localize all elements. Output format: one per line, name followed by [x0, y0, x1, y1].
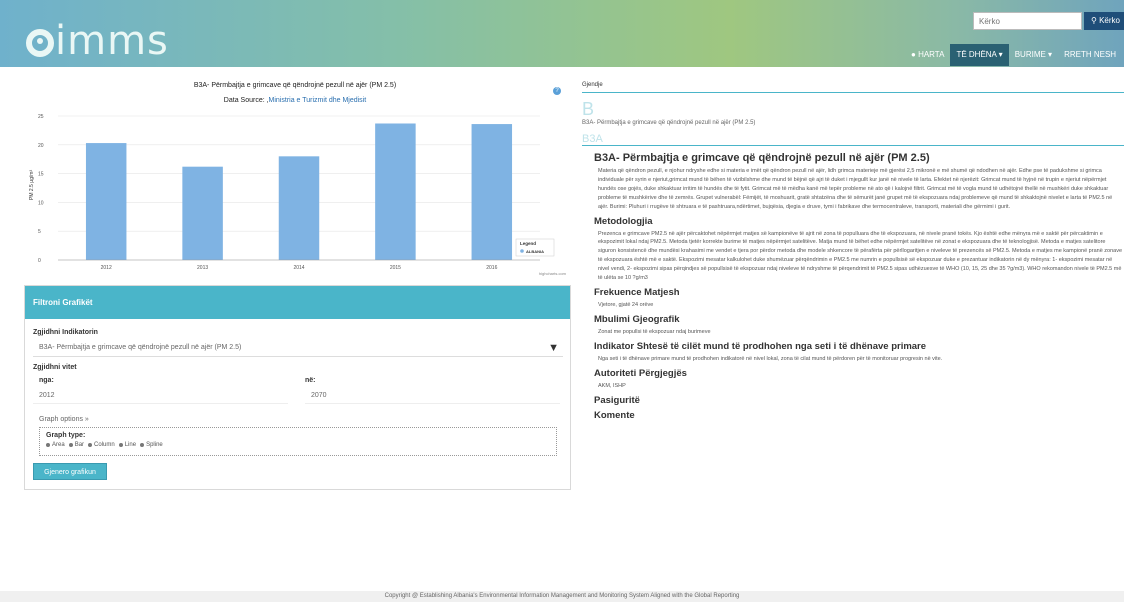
- search-button[interactable]: ⚲ Kërko: [1084, 12, 1124, 30]
- footer: Copyright @ Establishing Albania's Envir…: [0, 591, 1124, 602]
- category-letter: B: [582, 99, 595, 119]
- indicator-select[interactable]: B3A- Përmbajtja e grimcave që qëndrojnë …: [33, 340, 563, 357]
- nav-harta[interactable]: ● HARTA: [905, 44, 950, 66]
- from-label: nga:: [39, 377, 54, 384]
- header: imms ⚲ Kërko ● HARTA TË DHËNA ▾ BURIME ▾…: [0, 0, 1124, 67]
- section-title: Autoriteti Përgjegjës: [594, 367, 687, 379]
- nav-te-dhena[interactable]: TË DHËNA ▾: [950, 44, 1009, 66]
- radio-spline[interactable]: Spline: [140, 442, 163, 448]
- from-year-field[interactable]: 2012: [33, 388, 288, 404]
- section-title: Indikator Shtesë të cilët mund të prodho…: [594, 340, 927, 352]
- bar: [182, 166, 223, 260]
- graph-options-link[interactable]: Graph options »: [39, 416, 89, 423]
- y-tick-label: 10: [38, 200, 44, 206]
- search-icon: ⚲: [1091, 16, 1100, 25]
- breadcrumb[interactable]: Gjendje: [582, 82, 1124, 93]
- section-text: Nga seti i të dhënave primare mund të pr…: [598, 355, 943, 362]
- y-tick-label: 15: [38, 172, 44, 178]
- section-title: Frekuence Matjesh: [594, 286, 680, 298]
- legend-title: Legend: [520, 241, 536, 246]
- main-nav: ● HARTA TË DHËNA ▾ BURIME ▾ RRETH NESH: [905, 44, 1122, 66]
- section-text: Zonat me popullsi të ekspozuar ndaj buri…: [598, 328, 711, 335]
- indicator-label: Zgjidhni Indikatorin: [33, 329, 98, 336]
- generate-chart-button[interactable]: Gjenero grafikun: [33, 463, 107, 480]
- bar-chart: 0 5 10 15 20 25 PM 2.5 μg/m³ 2012 2013 2014 2015 20…: [29, 114, 567, 276]
- graph-type-label: Graph type:: [46, 432, 86, 439]
- filter-header: Filtroni Grafikët: [25, 286, 570, 319]
- radio-area[interactable]: Area: [46, 442, 65, 448]
- x-tick-label: 2013: [197, 265, 208, 271]
- y-tick-label: 0: [38, 258, 41, 264]
- section-text: AKM, ISHP: [598, 382, 626, 389]
- legend-item: ALBANIA: [526, 249, 544, 254]
- radio-line[interactable]: Line: [118, 442, 136, 448]
- x-tick-label: 2015: [390, 265, 401, 271]
- bar: [85, 143, 127, 260]
- logo-e-icon: [26, 29, 54, 57]
- nav-burime[interactable]: BURIME ▾: [1009, 44, 1058, 66]
- category-subtitle: B3A- Përmbajtja e grimcave që qëndrojnë …: [582, 120, 756, 126]
- x-tick-label: 2012: [101, 265, 112, 271]
- radio-column[interactable]: Column: [88, 442, 115, 448]
- section-title: Mbulimi Gjeografik: [594, 313, 680, 325]
- nav-rreth-nesh[interactable]: RRETH NESH: [1058, 44, 1122, 66]
- section-title: Pasiguritë: [594, 394, 640, 406]
- x-tick-label: 2014: [293, 265, 304, 271]
- bar: [471, 124, 513, 260]
- indicator-code: B3A: [582, 133, 1124, 146]
- y-tick-label: 20: [38, 143, 44, 149]
- graph-type-options: Area Bar Column Line Spline: [46, 442, 550, 448]
- to-year-field[interactable]: 2070: [305, 388, 560, 404]
- y-tick-label: 5: [38, 229, 41, 235]
- chart-container: B3A- Përmbajtja e grimcave që qëndrojnë …: [20, 78, 570, 283]
- indicator-content: B3A- Përmbajtja e grimcave që qëndrojnë …: [582, 152, 1124, 421]
- to-label: në:: [305, 377, 316, 384]
- section-title: Komente: [594, 409, 635, 421]
- filter-panel: Filtroni Grafikët Zgjidhni Indikatorin B…: [24, 285, 571, 490]
- indicator-details: Gjendje B B3A- Përmbajtja e grimcave që …: [582, 82, 1124, 421]
- bar: [375, 123, 416, 260]
- search-input[interactable]: [973, 12, 1082, 30]
- globe-icon: ●: [911, 50, 919, 59]
- x-tick-label: 2016: [486, 265, 497, 271]
- graph-type-box: Graph type: Area Bar Column Line Spline: [39, 427, 557, 456]
- eimms-logo[interactable]: imms: [26, 18, 169, 64]
- caret-down-icon: ▼: [548, 342, 559, 354]
- section-text: Vjetore, gjatë 24 orëve: [598, 301, 654, 308]
- radio-bar[interactable]: Bar: [68, 442, 84, 448]
- legend-marker: [520, 249, 524, 253]
- years-label: Zgjidhni vitet: [33, 364, 77, 371]
- y-axis-label: PM 2.5 μg/m³: [29, 170, 35, 200]
- section-text: Prezenca e grimcave PM2.5 në ajër përcak…: [598, 230, 1123, 282]
- section-title: Metodologjia: [594, 215, 653, 227]
- indicator-description: Materia që qëndron pezull, e njohur ndry…: [598, 168, 1113, 210]
- highcharts-credit: highcharts.com: [539, 271, 567, 276]
- bar: [278, 156, 320, 260]
- indicator-title: B3A- Përmbajtja e grimcave që qëndrojnë …: [594, 152, 930, 164]
- y-tick-label: 25: [38, 114, 44, 120]
